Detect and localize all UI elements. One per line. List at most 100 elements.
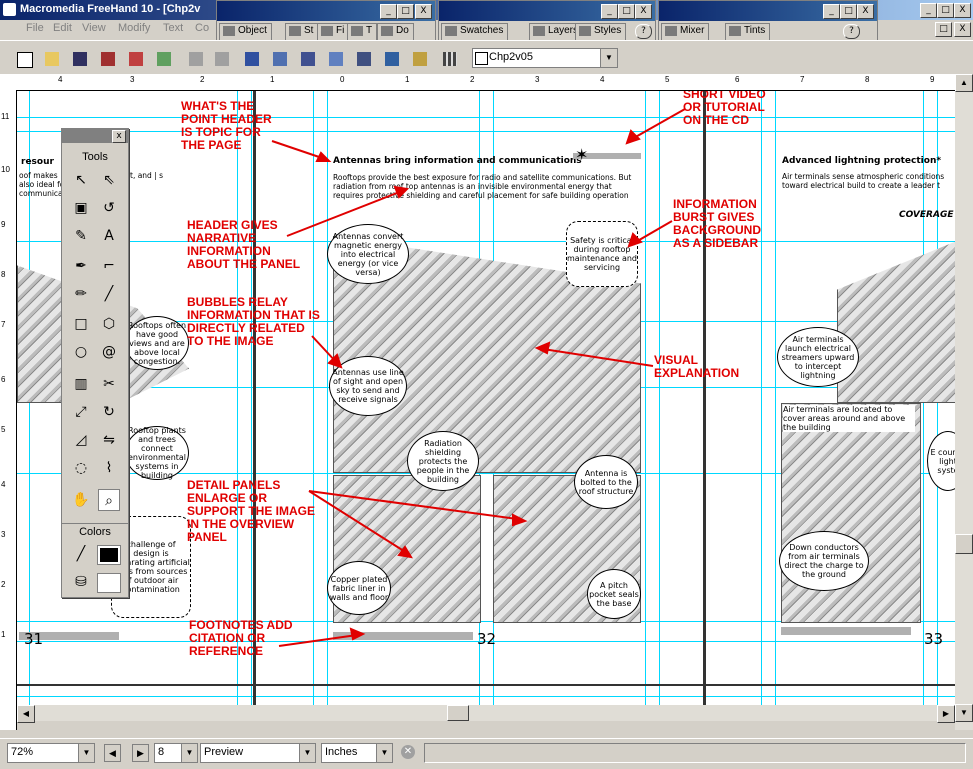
menu-edit[interactable]: Edit xyxy=(53,22,72,34)
polygon-tool-icon[interactable]: ⬡ xyxy=(98,313,120,335)
reflect-tool-icon[interactable]: ⇋ xyxy=(98,429,120,451)
graphic-hose-icon[interactable]: ⌇ xyxy=(98,457,120,479)
tab-object[interactable]: Object xyxy=(219,23,272,41)
chevron-down-icon[interactable]: ▼ xyxy=(78,744,94,762)
document-canvas[interactable]: resour oof makes | source fo | unlight, … xyxy=(17,91,955,705)
page-tool-icon[interactable]: ▣ xyxy=(70,197,92,219)
lasso-tool-icon[interactable]: ↺ xyxy=(98,197,120,219)
library-book-icon[interactable] xyxy=(326,49,346,69)
menu-text[interactable]: Text xyxy=(163,22,183,34)
tab-mixer[interactable]: Mixer xyxy=(661,23,710,41)
next-page-button[interactable]: ▶ xyxy=(132,744,149,762)
scroll-left-arrow-icon[interactable]: ◀ xyxy=(17,705,35,723)
minimize-button[interactable]: _ xyxy=(920,3,937,18)
units-select[interactable]: Inches ▼ xyxy=(321,743,393,763)
fill-bucket-icon[interactable]: ⛁ xyxy=(70,571,92,593)
swatches-panel-maximize[interactable]: □ xyxy=(618,4,635,19)
zoom-select[interactable]: 72% ▼ xyxy=(7,743,95,763)
symbols-icon[interactable] xyxy=(354,49,374,69)
tab-fill[interactable]: Fi xyxy=(317,23,350,41)
horizontal-ruler[interactable]: 4 3 2 1 0 1 2 3 4 5 6 7 8 9 xyxy=(0,74,955,91)
spiral-tool-icon[interactable]: @ xyxy=(98,341,120,363)
zoom-tool-icon[interactable]: ⌕ xyxy=(98,489,120,511)
mixer-panel-close[interactable]: X xyxy=(857,4,874,19)
tab-text[interactable]: T xyxy=(347,23,378,41)
scale-tool-icon[interactable]: ⤢ xyxy=(70,401,92,423)
scroll-down-arrow-icon[interactable]: ▼ xyxy=(955,704,973,722)
rotate-tool-icon[interactable]: ↻ xyxy=(98,401,120,423)
cancel-render-icon[interactable]: ✕ xyxy=(401,745,415,759)
freehand-app-icon[interactable] xyxy=(3,3,16,16)
chevron-down-icon[interactable]: ▼ xyxy=(376,744,392,762)
tab-swatches[interactable]: Swatches xyxy=(441,23,509,41)
menu-view[interactable]: View xyxy=(82,22,106,34)
save-disk-icon[interactable] xyxy=(70,49,90,69)
color-palette-icon[interactable] xyxy=(410,49,430,69)
document-select[interactable]: Chp2v05 ▼ xyxy=(472,48,618,68)
doc-close-button[interactable]: X xyxy=(954,22,971,37)
text-tool-icon[interactable]: A xyxy=(98,225,120,247)
view-mode-select[interactable]: Preview ▼ xyxy=(200,743,316,763)
group-icon[interactable] xyxy=(242,49,262,69)
tab-stroke[interactable]: St xyxy=(285,23,319,41)
scroll-up-arrow-icon[interactable]: ▲ xyxy=(955,74,973,92)
vertical-ruler[interactable]: 11 10 9 8 7 6 5 4 3 2 1 xyxy=(0,90,17,730)
menu-control[interactable]: Co xyxy=(195,22,209,34)
chevron-down-icon[interactable]: ▼ xyxy=(600,49,617,67)
new-document-icon[interactable] xyxy=(14,49,34,69)
doc-restore-button[interactable]: □ xyxy=(935,22,952,37)
close-button[interactable]: X xyxy=(954,3,971,18)
tab-tints[interactable]: Tints xyxy=(725,23,771,41)
pointer-tool-icon[interactable]: ↖ xyxy=(70,169,92,191)
object-panel-minimize[interactable]: _ xyxy=(380,4,397,19)
hand-tool-icon[interactable]: ✋ xyxy=(70,489,92,511)
mixer-panel-minimize[interactable]: _ xyxy=(823,4,840,19)
horizontal-scroll-thumb[interactable] xyxy=(447,705,469,721)
scroll-right-arrow-icon[interactable]: ▶ xyxy=(937,705,955,723)
subselect-tool-icon[interactable]: ⇖ xyxy=(98,169,120,191)
pencil-tool-icon[interactable]: ✏ xyxy=(70,283,92,305)
stroke-color-swatch[interactable] xyxy=(97,545,121,565)
knife-tool-icon[interactable]: ✂ xyxy=(98,373,120,395)
unlock-icon[interactable] xyxy=(212,49,232,69)
skew-tool-icon[interactable]: ◿ xyxy=(70,429,92,451)
stroke-color-icon[interactable]: ╱ xyxy=(70,543,92,565)
fill-color-swatch[interactable] xyxy=(97,573,121,593)
horizontal-scrollbar[interactable]: ◀ ▶ xyxy=(17,705,955,723)
menu-modify[interactable]: Modify xyxy=(118,22,150,34)
mixer-panel-maximize[interactable]: □ xyxy=(840,4,857,19)
swatches-panel-close[interactable]: X xyxy=(635,4,652,19)
align-icon[interactable] xyxy=(270,49,290,69)
pen-tool-icon[interactable]: ✒ xyxy=(70,255,92,277)
layers-icon[interactable] xyxy=(382,49,402,69)
tab-document[interactable]: Do xyxy=(377,23,414,41)
eyedropper-tool-icon[interactable]: ✎ xyxy=(70,225,92,247)
object-panel-maximize[interactable]: □ xyxy=(397,4,414,19)
chevron-down-icon[interactable]: ▼ xyxy=(299,744,315,762)
tools-close-button[interactable]: x xyxy=(112,130,126,143)
open-folder-icon[interactable] xyxy=(42,49,62,69)
lock-icon[interactable] xyxy=(186,49,206,69)
maximize-button[interactable]: □ xyxy=(937,3,954,18)
blend-tool-icon[interactable]: ▥ xyxy=(70,373,92,395)
menu-file[interactable]: File xyxy=(26,22,44,34)
page-select[interactable]: 8 ▼ xyxy=(154,743,198,763)
bezigon-tool-icon[interactable]: ⌐ xyxy=(98,255,120,277)
mixer-help-button[interactable]: ? xyxy=(843,24,860,39)
object-panel-close[interactable]: X xyxy=(415,4,432,19)
swatches-help-button[interactable]: ? xyxy=(635,24,652,39)
vertical-scroll-thumb[interactable] xyxy=(955,534,973,554)
import-icon[interactable] xyxy=(98,49,118,69)
swatches-grid-icon[interactable] xyxy=(440,49,460,69)
vertical-scrollbar[interactable]: ▲ ▼ xyxy=(955,74,973,730)
export-icon[interactable] xyxy=(126,49,146,69)
ellipse-tool-icon[interactable]: ○ xyxy=(70,341,92,363)
transform-icon[interactable] xyxy=(298,49,318,69)
freeform-tool-icon[interactable]: ◌ xyxy=(70,457,92,479)
tab-styles[interactable]: Styles xyxy=(575,23,627,41)
line-tool-icon[interactable]: ╱ xyxy=(98,283,120,305)
rectangle-tool-icon[interactable]: □ xyxy=(70,313,92,335)
swatches-panel-minimize[interactable]: _ xyxy=(601,4,618,19)
previous-page-button[interactable]: ◀ xyxy=(104,744,121,762)
chevron-down-icon[interactable]: ▼ xyxy=(181,744,197,762)
